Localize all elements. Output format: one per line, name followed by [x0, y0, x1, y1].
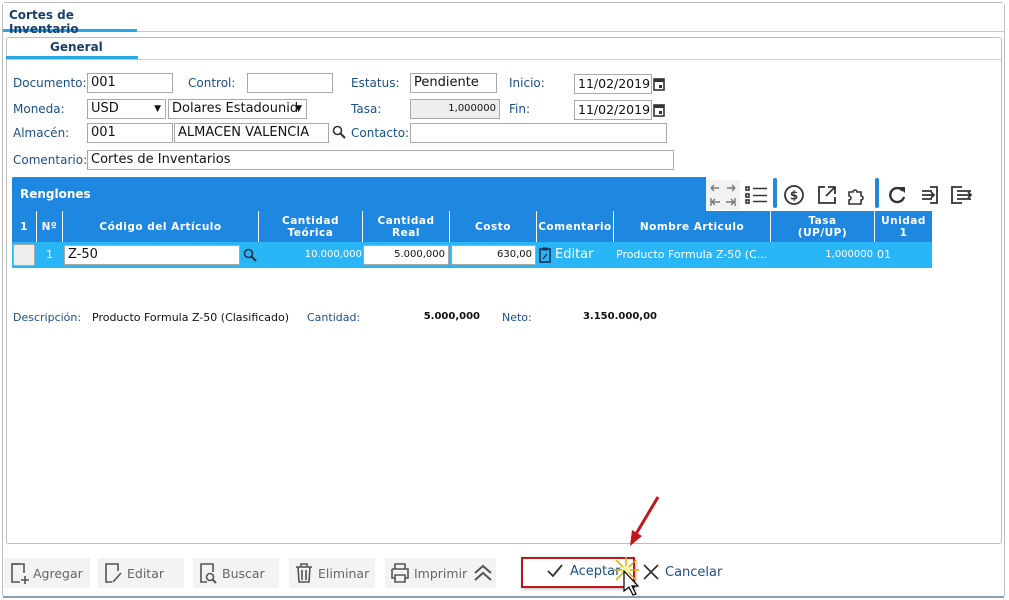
col-nombre[interactable]: Nombre Articulo [614, 211, 771, 242]
list-icon[interactable] [740, 180, 774, 210]
col-cantidad-real[interactable]: Cantidad Real [363, 211, 450, 242]
col-tasa[interactable]: Tasa (UP/UP) [771, 211, 875, 242]
tasa-label: Tasa: [351, 102, 382, 116]
trash-icon [296, 563, 312, 583]
almacen-nombre-input[interactable]: ALMACEN VALENCIA [174, 123, 329, 143]
control-input[interactable] [247, 73, 333, 93]
editar-label: Editar [127, 565, 165, 581]
search-icon[interactable] [332, 125, 346, 139]
cantidad-label: Cantidad: [307, 311, 361, 324]
col-cantidad-teorica[interactable]: Cantidad Teórica [259, 211, 363, 242]
grid-title-bar [12, 177, 706, 211]
contacto-label: Contacto: [351, 126, 410, 140]
import-icon[interactable] [913, 180, 947, 210]
export-icon[interactable] [945, 180, 979, 210]
estatus-label: Estatus: [351, 76, 400, 90]
documento-input[interactable]: 001 [87, 73, 173, 93]
col-costo[interactable]: Costo [450, 211, 537, 242]
descripcion-label: Descripción: [13, 311, 82, 324]
clipboard-edit-icon[interactable] [539, 247, 551, 263]
imprimir-label: Imprimir [414, 565, 468, 581]
buscar-button[interactable]: Buscar [193, 558, 279, 588]
eliminar-label: Eliminar [318, 565, 370, 581]
mouse-cursor-icon [623, 570, 640, 596]
svg-text:$: $ [790, 189, 798, 203]
divider [6, 59, 1002, 60]
comentario-input[interactable]: Cortes de Inventarios [87, 150, 674, 170]
estatus-input[interactable]: Pendiente [410, 73, 497, 93]
external-link-icon[interactable] [810, 180, 844, 210]
close-icon [643, 564, 659, 580]
contacto-input[interactable] [410, 123, 667, 143]
puzzle-icon[interactable] [840, 180, 874, 210]
bottom-border [3, 596, 1004, 598]
eliminar-button[interactable]: Eliminar [289, 558, 375, 588]
expand-up-button[interactable] [470, 558, 496, 588]
row-select-checkbox[interactable] [13, 244, 35, 266]
inicio-label: Inicio: [509, 76, 545, 90]
inicio-date-input[interactable]: 11/02/2019 [574, 74, 652, 94]
neto-label: Neto: [502, 311, 532, 324]
col-codigo[interactable]: Código del Artículo [63, 211, 259, 242]
row-number: 1 [46, 248, 53, 261]
cantidad-real-input[interactable]: 5.000,000 [363, 245, 449, 265]
dropdown-arrow-icon: ▼ [154, 104, 161, 114]
imprimir-button[interactable]: Imprimir [385, 558, 470, 588]
add-icon [11, 563, 29, 584]
tab-cortes-de-inventario[interactable]: Cortes de Inventario [3, 8, 137, 36]
buscar-label: Buscar [222, 565, 265, 581]
nombre-articulo: Producto Formula Z-50 (C... [616, 248, 768, 261]
cantidad-value: 5.000,000 [423, 311, 480, 322]
documento-label: Documento: [13, 76, 87, 90]
moneda-value: USD [91, 101, 119, 116]
unidad-value: 01 [877, 248, 891, 261]
tasa-value: 1,000000 [825, 249, 873, 260]
col-unidad[interactable]: Unidad 1 [875, 211, 932, 242]
moneda-nombre-select[interactable]: Dolares Estadounid ▼ [168, 99, 307, 119]
expand-collapse-icon[interactable] [706, 180, 740, 210]
editar-comentario-link[interactable]: Editar [555, 242, 594, 268]
search-icon[interactable] [243, 248, 257, 262]
check-icon [547, 564, 563, 578]
col-numero[interactable]: Nº [37, 211, 63, 242]
currency-icon[interactable]: $ [777, 180, 811, 210]
almacen-input[interactable]: 001 [87, 123, 173, 143]
tasa-input: 1,000000 [410, 99, 500, 119]
codigo-input[interactable]: Z-50 [64, 245, 240, 265]
moneda-label: Moneda: [13, 102, 65, 116]
tab-general[interactable]: General [6, 37, 138, 59]
refresh-icon[interactable] [880, 180, 914, 210]
aceptar-button[interactable]: Aceptar [546, 563, 620, 579]
calendar-icon[interactable] [653, 103, 665, 117]
grid-title: Renglones [20, 187, 91, 201]
cantidad-teorica: 10.000,000 [304, 249, 362, 260]
agregar-label: Agregar [33, 565, 83, 581]
col-selector[interactable]: 1 [12, 211, 37, 242]
printer-icon [391, 563, 409, 583]
moneda-nombre-value: Dolares Estadounid [172, 101, 299, 116]
descripcion-value: Producto Formula Z-50 (Clasificado) [92, 311, 290, 324]
comentario-label: Comentario: [13, 153, 88, 167]
control-label: Control: [188, 76, 236, 90]
col-comentario[interactable]: Comentario [537, 211, 614, 242]
cancelar-button[interactable]: Cancelar [642, 563, 722, 581]
fin-date-input[interactable]: 11/02/2019 [574, 100, 652, 120]
editar-button[interactable]: Editar [98, 558, 184, 588]
double-chevron-up-icon [474, 564, 492, 581]
neto-value: 3.150.000,00 [582, 311, 657, 322]
edit-icon [105, 563, 122, 583]
moneda-select[interactable]: USD ▼ [87, 99, 166, 119]
annotation-arrow [630, 496, 660, 546]
tab-bar [3, 3, 1004, 32]
costo-input[interactable]: 630,00 [451, 245, 536, 265]
agregar-button[interactable]: Agregar [4, 558, 90, 588]
fin-label: Fin: [509, 102, 531, 116]
dropdown-arrow-icon: ▼ [295, 104, 302, 114]
calendar-icon[interactable] [653, 77, 665, 91]
almacen-label: Almacén: [13, 126, 70, 140]
cancelar-label: Cancelar [665, 564, 723, 580]
search-doc-icon [200, 563, 217, 584]
